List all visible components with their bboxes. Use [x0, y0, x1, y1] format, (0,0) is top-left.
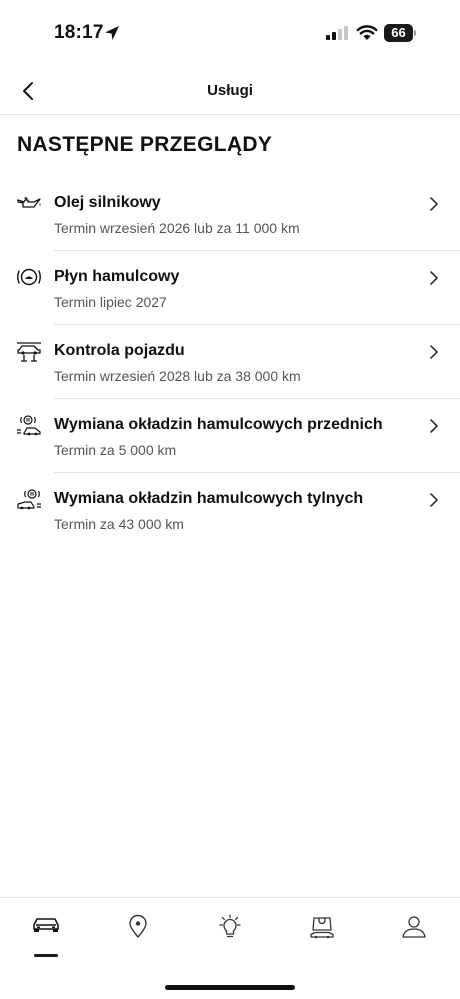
service-item-engine-oil[interactable]: Olej silnikowy Termin wrzesień 2026 lub …: [0, 177, 460, 251]
service-item-brake-fluid[interactable]: Płyn hamulcowy Termin lipiec 2027: [0, 251, 460, 325]
rear-brake-pads-icon: [17, 489, 41, 510]
service-item-rear-brake-pads[interactable]: Wymiana okładzin hamulcowych tylnych Ter…: [0, 473, 460, 547]
service-due: Termin wrzesień 2028 lub za 38 000 km: [54, 368, 301, 384]
service-due: Termin wrzesień 2026 lub za 11 000 km: [54, 220, 300, 236]
oil-can-icon: [17, 197, 41, 208]
chevron-right-icon: [430, 197, 438, 211]
service-due: Termin za 5 000 km: [54, 442, 177, 458]
chevron-right-icon: [430, 271, 438, 285]
tab-map[interactable]: [108, 912, 168, 952]
nav-bar: Usługi: [0, 66, 460, 115]
cellular-signal-icon: [326, 26, 348, 40]
tab-vehicle[interactable]: [16, 912, 76, 957]
tab-profile[interactable]: [384, 912, 444, 952]
service-title: Olej silnikowy: [54, 194, 161, 211]
status-bar: 18:17 66: [0, 0, 460, 66]
bottom-tab-bar: [0, 897, 460, 999]
front-brake-pads-icon: [17, 415, 41, 436]
service-due: Termin za 43 000 km: [54, 516, 184, 532]
home-indicator: [165, 985, 295, 990]
service-title: Kontrola pojazdu: [54, 342, 185, 359]
battery-level: 66: [384, 24, 413, 42]
profile-icon: [402, 916, 426, 938]
status-time: 18:17: [54, 22, 104, 43]
map-pin-icon: [129, 914, 147, 938]
brake-fluid-icon: [17, 268, 41, 286]
battery-indicator: 66: [384, 24, 416, 42]
service-due: Termin lipiec 2027: [54, 294, 167, 310]
location-arrow-icon: [105, 26, 119, 40]
page-title: Usługi: [207, 82, 253, 99]
service-item-front-brake-pads[interactable]: Wymiana okładzin hamulcowych przednich T…: [0, 399, 460, 473]
active-tab-indicator: [34, 954, 58, 957]
service-list: Olej silnikowy Termin wrzesień 2026 lub …: [0, 177, 460, 547]
wifi-icon: [356, 25, 378, 40]
service-title: Płyn hamulcowy: [54, 268, 180, 285]
car-lift-icon: [17, 342, 41, 362]
chevron-right-icon: [430, 419, 438, 433]
chevron-right-icon: [430, 345, 438, 359]
service-item-vehicle-check[interactable]: Kontrola pojazdu Termin wrzesień 2028 lu…: [0, 325, 460, 399]
battery-nub: [414, 30, 416, 36]
car-icon: [33, 918, 59, 932]
shop-bag-icon: [310, 917, 334, 939]
chevron-right-icon: [430, 493, 438, 507]
section-heading: NASTĘPNE PRZEGLĄDY: [17, 133, 273, 156]
tab-shop[interactable]: [292, 912, 352, 952]
service-title: Wymiana okładzin hamulcowych tylnych: [54, 490, 364, 507]
service-title: Wymiana okładzin hamulcowych przednich: [54, 416, 383, 433]
tab-ideas[interactable]: [200, 912, 260, 952]
lightbulb-icon: [219, 914, 241, 938]
